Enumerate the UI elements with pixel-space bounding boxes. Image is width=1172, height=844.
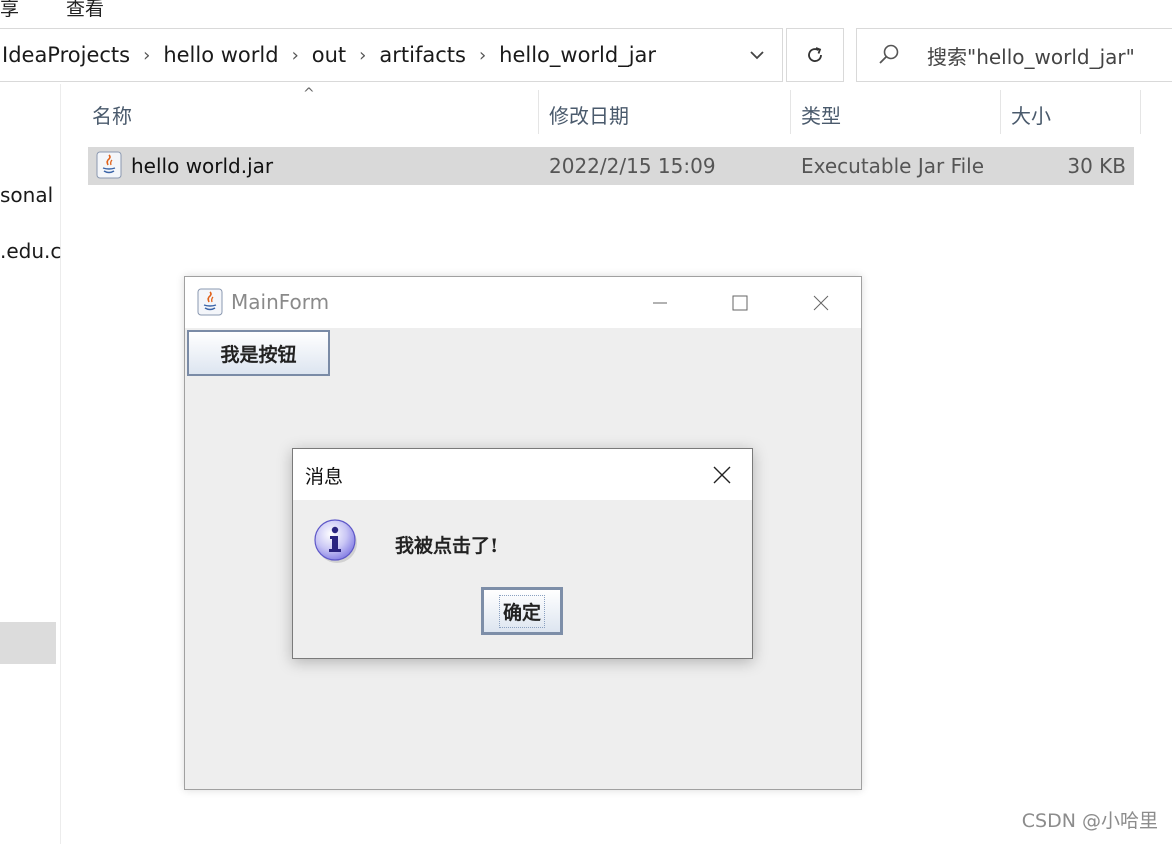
minimize-button[interactable]	[630, 277, 690, 328]
message-dialog: 消息 我被点击了! 确定	[292, 448, 753, 659]
info-icon	[313, 518, 359, 564]
breadcrumb-hello-world[interactable]: hello world	[159, 43, 282, 67]
breadcrumb-artifacts[interactable]: artifacts	[375, 43, 470, 67]
mainform-titlebar[interactable]: MainForm	[185, 277, 861, 328]
ok-button-label: 确定	[498, 594, 545, 628]
java-app-icon	[197, 288, 223, 316]
nav-item-selected[interactable]	[0, 622, 56, 664]
breadcrumb-hello-world-jar[interactable]: hello_world_jar	[495, 43, 660, 67]
chevron-down-icon	[750, 51, 764, 60]
file-size: 30 KB	[1067, 154, 1126, 178]
watermark: CSDN @小哈里	[1021, 810, 1158, 832]
dialog-titlebar[interactable]: 消息	[293, 449, 752, 500]
column-header-name[interactable]: 名称	[92, 100, 132, 129]
address-bar[interactable]: IdeaProjects › hello world › out › artif…	[0, 28, 783, 82]
history-dropdown-button[interactable]	[732, 29, 782, 81]
search-input[interactable]: 搜索"hello_world_jar"	[927, 41, 1135, 70]
breadcrumb: IdeaProjects › hello world › out › artif…	[0, 29, 660, 81]
column-divider[interactable]	[1140, 90, 1141, 134]
breadcrumb-separator[interactable]: ›	[134, 45, 159, 66]
nav-item-personal[interactable]: sonal	[0, 183, 53, 207]
file-type: Executable Jar File	[801, 154, 985, 178]
close-icon	[713, 466, 731, 483]
dialog-close-button[interactable]	[692, 449, 752, 500]
breadcrumb-out[interactable]: out	[308, 43, 350, 67]
nav-item-edu[interactable]: .edu.c	[0, 239, 61, 263]
search-box[interactable]: 搜索"hello_world_jar"	[856, 28, 1172, 82]
maximize-button[interactable]	[710, 277, 770, 328]
close-icon	[813, 295, 829, 310]
search-icon	[877, 43, 911, 67]
breadcrumb-separator[interactable]: ›	[283, 45, 308, 66]
column-divider[interactable]	[790, 90, 791, 134]
minimize-icon	[653, 302, 667, 303]
breadcrumb-ideaprojects[interactable]: IdeaProjects	[0, 43, 134, 67]
dialog-title: 消息	[305, 466, 344, 488]
column-header-modified[interactable]: 修改日期	[549, 100, 629, 129]
refresh-button[interactable]	[786, 28, 844, 82]
mainform-title: MainForm	[231, 290, 330, 314]
refresh-icon	[808, 47, 822, 62]
menu-view[interactable]: 查看	[66, 0, 104, 21]
ok-button[interactable]: 确定	[481, 587, 563, 635]
file-name[interactable]: hello world.jar	[131, 154, 273, 178]
column-header-size[interactable]: 大小	[1011, 100, 1051, 129]
java-jar-file-icon	[96, 151, 122, 179]
nav-pane-divider	[60, 84, 61, 844]
maximize-icon	[732, 295, 748, 310]
breadcrumb-separator[interactable]: ›	[350, 45, 375, 66]
click-me-button[interactable]: 我是按钮	[187, 330, 330, 376]
sort-ascending-icon: ^	[303, 86, 315, 102]
dialog-message: 我被点击了!	[395, 535, 499, 557]
column-divider[interactable]	[538, 90, 539, 134]
column-divider[interactable]	[1000, 90, 1001, 134]
file-modified: 2022/2/15 15:09	[549, 154, 716, 178]
breadcrumb-separator[interactable]: ›	[470, 45, 495, 66]
close-button[interactable]	[791, 277, 851, 328]
menu-share[interactable]: 享	[0, 0, 19, 21]
column-header-type[interactable]: 类型	[801, 100, 841, 129]
